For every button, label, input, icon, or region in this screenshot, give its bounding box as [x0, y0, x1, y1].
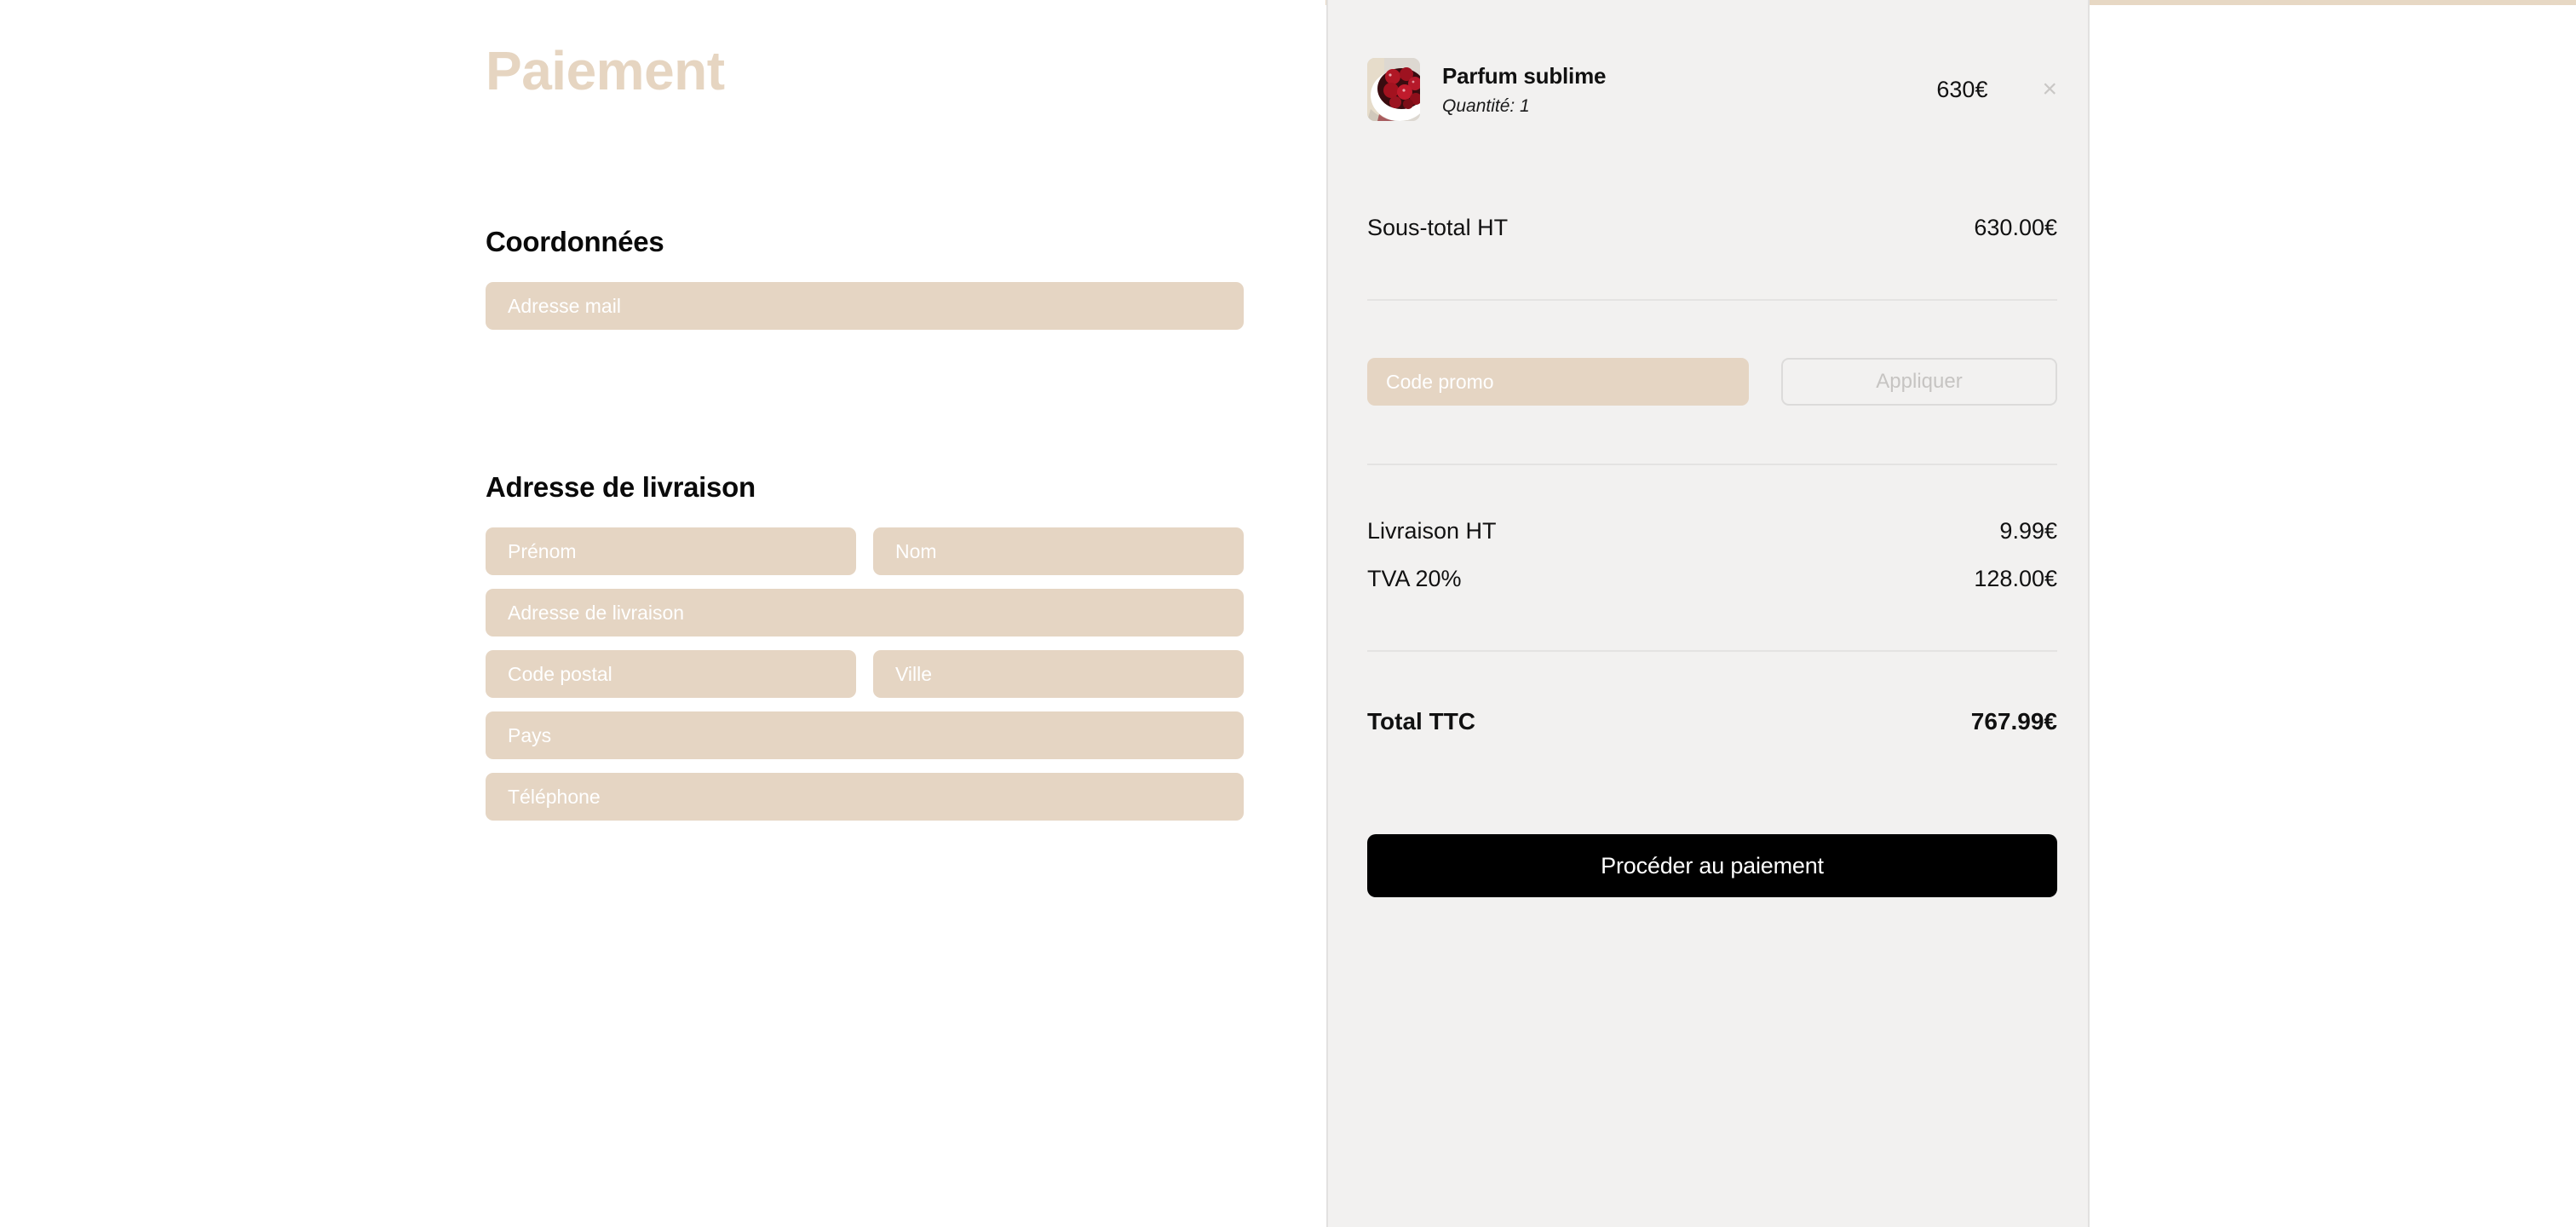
product-thumbnail [1367, 58, 1420, 121]
field-row-country [486, 711, 1244, 759]
cart-item-quantity: Quantité: 1 [1442, 96, 1530, 117]
section-coordonnees: Coordonnées [486, 226, 1244, 343]
subtotal-value: 630.00€ [1974, 215, 2057, 240]
shipping-label: Livraison HT [1367, 518, 1497, 544]
field-row-email [486, 282, 1244, 330]
total-label: Total TTC [1367, 708, 1476, 734]
tax-value: 128.00€ [1974, 566, 2057, 591]
close-icon[interactable]: × [2042, 77, 2057, 102]
field-row-phone [486, 773, 1244, 821]
first-name-field[interactable] [486, 527, 856, 575]
divider-after-subtotal [1367, 299, 2057, 301]
field-row-street [486, 589, 1244, 637]
checkout-form-column: Paiement Coordonnées Adresse de livraiso… [0, 0, 1325, 1227]
subtotal-row: Sous-total HT 630.00€ [1367, 215, 2057, 241]
checkout-page: Paiement Coordonnées Adresse de livraiso… [0, 0, 2576, 1227]
divider-after-promo [1367, 464, 2057, 465]
section-adresse-livraison: Adresse de livraison [486, 471, 1244, 834]
postal-code-field[interactable] [486, 650, 856, 698]
charges-block: Livraison HT 9.99€ TVA 20% 128.00€ [1367, 518, 2057, 592]
subtotal-label: Sous-total HT [1367, 215, 1509, 240]
tax-row: TVA 20% 128.00€ [1367, 566, 2057, 592]
promo-code-row: Appliquer [1367, 358, 2057, 406]
cart-item-details: Parfum sublime Quantité: 1 [1442, 62, 1936, 118]
order-summary-inner: Parfum sublime Quantité: 1 630€ × Sous-t… [1367, 0, 2057, 897]
apply-promo-button[interactable]: Appliquer [1781, 358, 2057, 406]
total-block: Total TTC 767.99€ [1367, 708, 2057, 735]
cart-item-price: 630€ [1936, 76, 1988, 102]
divider-before-total [1367, 650, 2057, 652]
order-summary-panel: Parfum sublime Quantité: 1 630€ × Sous-t… [1326, 0, 2090, 1227]
tax-label: TVA 20% [1367, 566, 1462, 591]
phone-field[interactable] [486, 773, 1244, 821]
shipping-value: 9.99€ [1999, 518, 2057, 544]
city-field[interactable] [873, 650, 1244, 698]
email-field[interactable] [486, 282, 1244, 330]
country-field[interactable] [486, 711, 1244, 759]
total-row: Total TTC 767.99€ [1367, 708, 2057, 735]
promo-code-input[interactable] [1367, 358, 1749, 406]
shipping-row: Livraison HT 9.99€ [1367, 518, 2057, 544]
total-value: 767.99€ [1970, 708, 2057, 734]
proceed-to-payment-button[interactable]: Procéder au paiement [1367, 834, 2057, 897]
cart-item-name: Parfum sublime [1442, 62, 1607, 89]
section-heading-coordonnees: Coordonnées [486, 226, 664, 257]
section-heading-adresse-livraison: Adresse de livraison [486, 471, 756, 503]
last-name-field[interactable] [873, 527, 1244, 575]
field-row-name [486, 527, 1244, 575]
field-row-city [486, 650, 1244, 698]
cart-item: Parfum sublime Quantité: 1 630€ × [1367, 0, 2057, 121]
street-address-field[interactable] [486, 589, 1244, 637]
page-title: Paiement [486, 40, 725, 101]
